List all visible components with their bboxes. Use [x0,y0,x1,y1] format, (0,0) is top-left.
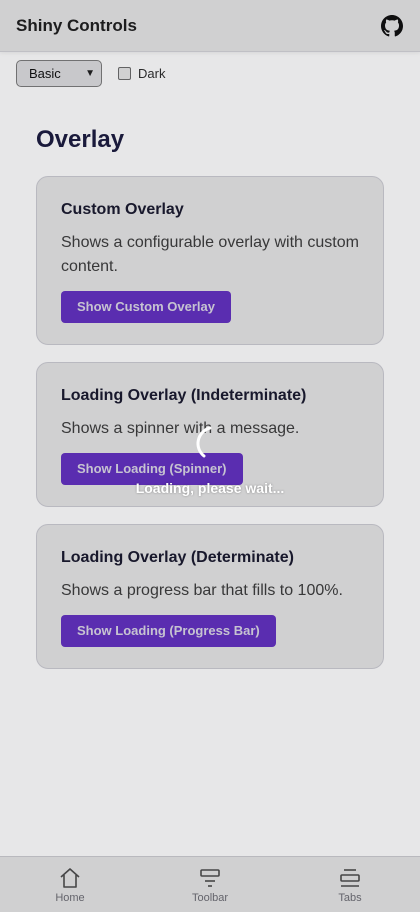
spinner-icon [196,426,212,458]
overlay-message: Loading, please wait... [135,480,285,496]
loading-overlay[interactable]: Loading, please wait... [0,0,420,912]
overlay-content: Loading, please wait... [0,424,420,496]
